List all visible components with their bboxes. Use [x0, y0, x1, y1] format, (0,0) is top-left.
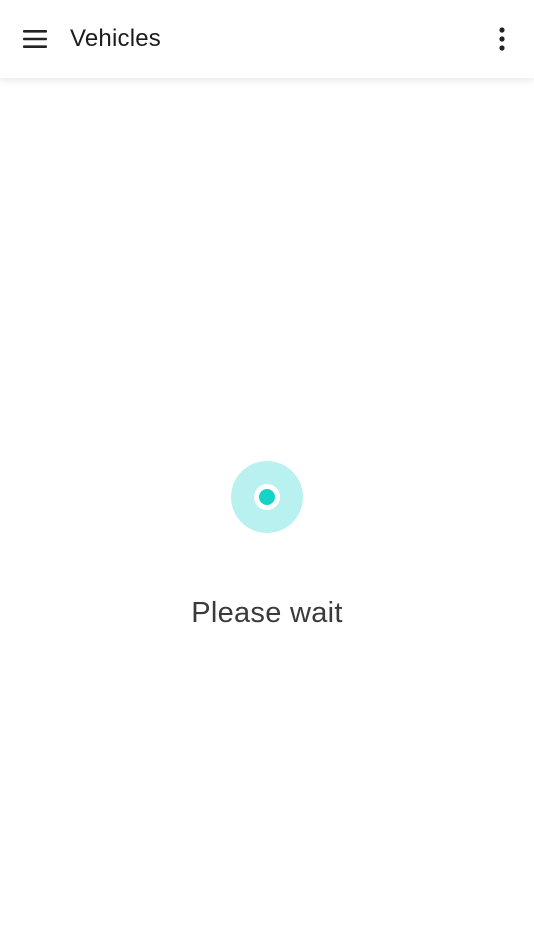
loading-message: Please wait: [191, 597, 343, 629]
vehicles-screen: Vehicles Please wait: [0, 0, 534, 950]
loading-spinner-icon: [231, 461, 303, 533]
hamburger-menu-icon: [23, 30, 47, 48]
loader-dot: [259, 489, 275, 505]
loader-ring-inner: [254, 484, 280, 510]
page-title: Vehicles: [70, 25, 161, 52]
more-options-button[interactable]: [484, 19, 520, 59]
more-vertical-icon: [499, 27, 505, 51]
app-bar: Vehicles: [0, 0, 534, 78]
menu-button[interactable]: [14, 19, 56, 59]
